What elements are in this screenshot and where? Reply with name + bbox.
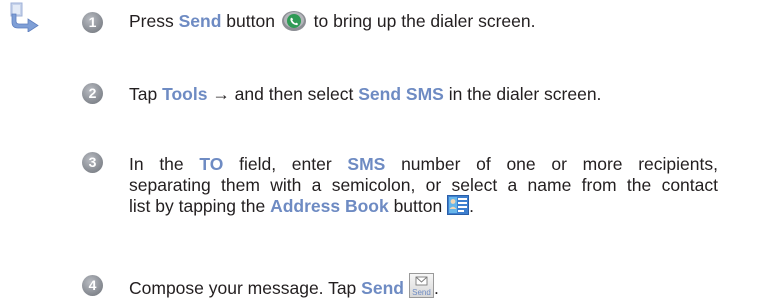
step-text-part: button	[388, 196, 448, 216]
step-text-line: list by tapping the Address Book button …	[129, 195, 718, 217]
step-text-line: separating them with a semicolon, or sel…	[129, 175, 718, 196]
step-text-part: Press	[129, 11, 179, 31]
step-text-part: separating them with a semicolon, or sel…	[129, 175, 718, 195]
step-text-part: in the dialer screen.	[443, 84, 602, 104]
arrow-right-icon	[10, 2, 39, 32]
send-keyword: Send	[361, 278, 404, 298]
step-text-part: .	[469, 196, 474, 216]
step-text-part: to bring up the dialer screen.	[308, 11, 536, 31]
step-number-badge: 1	[82, 12, 103, 33]
step-text-part: list by tapping the	[129, 196, 271, 216]
tools-keyword: Tools	[162, 84, 208, 104]
step-text-part: Compose your message. Tap	[129, 278, 362, 298]
step-text-part: In the	[129, 154, 200, 174]
step-text-part: field, enter	[223, 154, 348, 174]
phone-send-icon	[281, 10, 306, 31]
address-book-keyword: Address Book	[270, 196, 389, 216]
send-sms-keyword: Send SMS	[358, 84, 444, 104]
step-text: Compose your message. Tap Send Send .	[129, 272, 439, 299]
step-text: Tap Tools → and then select Send SMS in …	[129, 84, 601, 105]
step-text-part: → and then select	[207, 84, 359, 104]
to-keyword: TO	[199, 154, 224, 174]
send-icon-caption: Send	[412, 287, 431, 297]
step-text-part: .	[433, 278, 439, 298]
step-number-badge: 2	[82, 83, 103, 104]
step-text: Press Send button to bring up the dialer…	[129, 10, 536, 32]
send-message-icon: Send	[408, 272, 434, 298]
step-text: In the TO field, enter SMS number of one…	[129, 154, 718, 217]
step-number-badge: 4	[82, 275, 103, 296]
step-text-line: In the TO field, enter SMS number of one…	[129, 154, 718, 175]
step-number-badge: 3	[82, 152, 103, 173]
step-text-part: Tap	[129, 84, 163, 104]
address-book-icon	[447, 195, 470, 216]
send-keyword: Send	[178, 11, 222, 31]
sms-keyword: SMS	[347, 154, 386, 174]
instruction-page: 1 Press Send button to bring up the dial…	[0, 0, 761, 306]
step-text-part: number of one or more recipients,	[385, 154, 718, 174]
step-text-part: button	[221, 11, 280, 31]
